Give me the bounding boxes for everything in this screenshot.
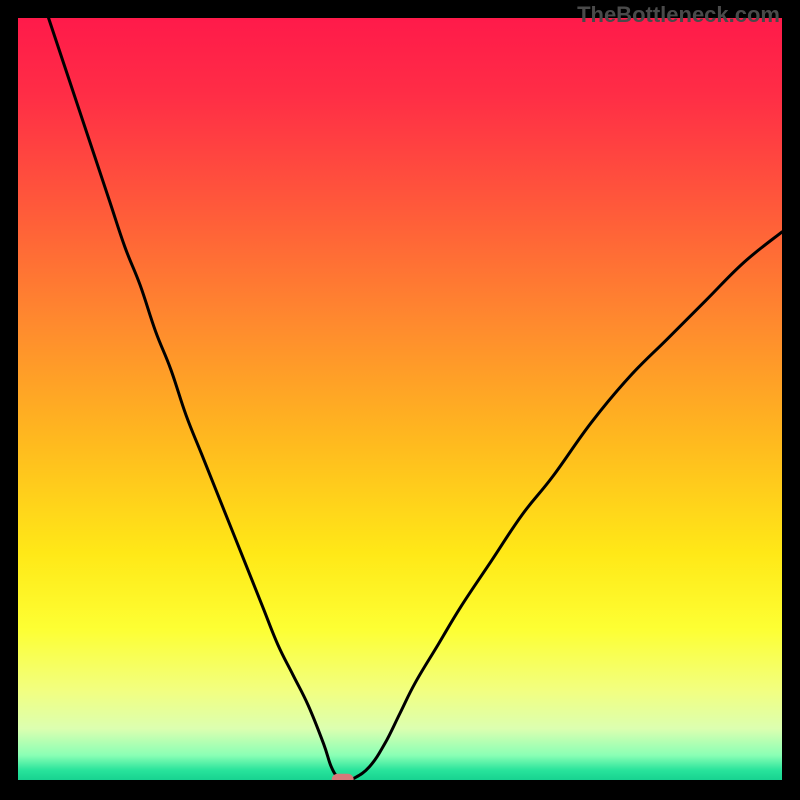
watermark-text: TheBottleneck.com [577,2,780,28]
chart-background [18,18,782,782]
bottleneck-chart [18,18,782,782]
baseline [18,780,782,782]
chart-frame [18,18,782,782]
